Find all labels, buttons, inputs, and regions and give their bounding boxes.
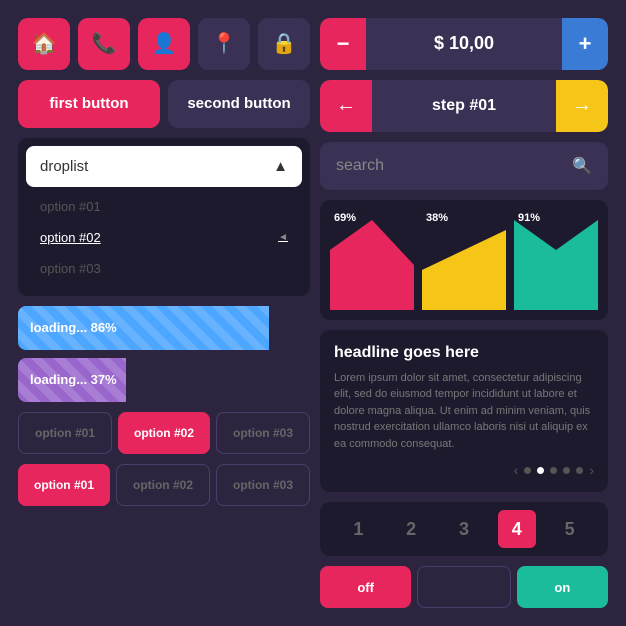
progress-bar-1: loading... 86% <box>18 306 310 350</box>
num-btn-5[interactable]: 5 <box>551 510 589 548</box>
phone-button[interactable]: 📞 <box>78 18 130 70</box>
bar-label-1: 69% <box>334 212 356 224</box>
dropdown-options: option #01 option #02 option #03 <box>26 187 302 288</box>
step-label: step #01 <box>372 97 556 115</box>
headline-card: headline goes here Lorem ipsum dolor sit… <box>320 330 608 493</box>
second-button[interactable]: second button <box>168 80 310 128</box>
num-btn-4[interactable]: 4 <box>498 510 536 548</box>
options-row-1: option #01 option #02 option #03 <box>18 412 310 454</box>
step-back-button[interactable]: ← <box>320 80 372 132</box>
dropdown-placeholder: droplist <box>40 158 88 175</box>
option-1a[interactable]: option #01 <box>18 412 112 454</box>
search-bar[interactable]: search 🔍 <box>320 142 608 190</box>
counter-value: $ 10,00 <box>366 33 562 54</box>
plus-button[interactable]: + <box>562 18 608 70</box>
options-row-2: option #01 option #02 option #03 <box>18 464 310 506</box>
search-icon: 🔍 <box>572 156 592 176</box>
icon-row: 🏠 📞 👤 📍 🔒 <box>18 18 310 70</box>
minus-button[interactable]: − <box>320 18 366 70</box>
counter-row: − $ 10,00 + <box>320 18 608 70</box>
progress-label-1: loading... 86% <box>18 320 117 335</box>
home-button[interactable]: 🏠 <box>18 18 70 70</box>
option-2b[interactable]: option #02 <box>116 464 210 506</box>
pagination-row: ‹ › <box>334 462 594 478</box>
option-3a[interactable]: option #03 <box>216 412 310 454</box>
dropdown-arrow-icon: ▲ <box>273 158 288 175</box>
num-btn-1[interactable]: 1 <box>339 510 377 548</box>
page-dot-3[interactable] <box>550 467 557 474</box>
progress-bars: loading... 86% loading... 37% <box>18 306 310 402</box>
action-buttons-row: first button second button <box>18 80 310 128</box>
dropdown-option-2[interactable]: option #02 <box>26 222 302 253</box>
option-3b[interactable]: option #03 <box>216 464 310 506</box>
page-dot-4[interactable] <box>563 467 570 474</box>
dropdown-header[interactable]: droplist ▲ <box>26 146 302 187</box>
next-page-arrow[interactable]: › <box>589 462 594 478</box>
first-button[interactable]: first button <box>18 80 160 128</box>
page-dot-1[interactable] <box>524 467 531 474</box>
step-row: ← step #01 → <box>320 80 608 132</box>
option-2a[interactable]: option #02 <box>118 412 210 454</box>
chart-bar-3: 91% <box>514 210 598 310</box>
prev-page-arrow[interactable]: ‹ <box>514 462 519 478</box>
toggle-inactive-button[interactable] <box>417 566 510 608</box>
chart-bar-2: 38% <box>422 210 506 310</box>
bar-label-3: 91% <box>518 212 540 224</box>
search-placeholder: search <box>336 157 384 175</box>
progress-bar-2: loading... 37% <box>18 358 310 402</box>
number-pad: 1 2 3 4 5 <box>320 502 608 556</box>
num-btn-2[interactable]: 2 <box>392 510 430 548</box>
dropdown-option-1[interactable]: option #01 <box>26 191 302 222</box>
page-dot-5[interactable] <box>576 467 583 474</box>
progress-label-2: loading... 37% <box>18 372 117 387</box>
toggle-on-button[interactable]: on <box>517 566 608 608</box>
page-dot-2[interactable] <box>537 467 544 474</box>
chart-container: 69% 38% 91% <box>320 200 608 320</box>
chart-bar-1: 69% <box>330 210 414 310</box>
option-1b[interactable]: option #01 <box>18 464 110 506</box>
step-forward-button[interactable]: → <box>556 80 608 132</box>
dropdown-option-3[interactable]: option #03 <box>26 253 302 284</box>
toggle-off-button[interactable]: off <box>320 566 411 608</box>
toggle-row: off on <box>320 566 608 608</box>
num-btn-3[interactable]: 3 <box>445 510 483 548</box>
headline-title: headline goes here <box>334 344 594 362</box>
dropdown-container: droplist ▲ option #01 option #02 option … <box>18 138 310 296</box>
bar-label-2: 38% <box>426 212 448 224</box>
headline-body: Lorem ipsum dolor sit amet, consectetur … <box>334 370 594 453</box>
location-button[interactable]: 📍 <box>198 18 250 70</box>
lock-button[interactable]: 🔒 <box>258 18 310 70</box>
person-button[interactable]: 👤 <box>138 18 190 70</box>
